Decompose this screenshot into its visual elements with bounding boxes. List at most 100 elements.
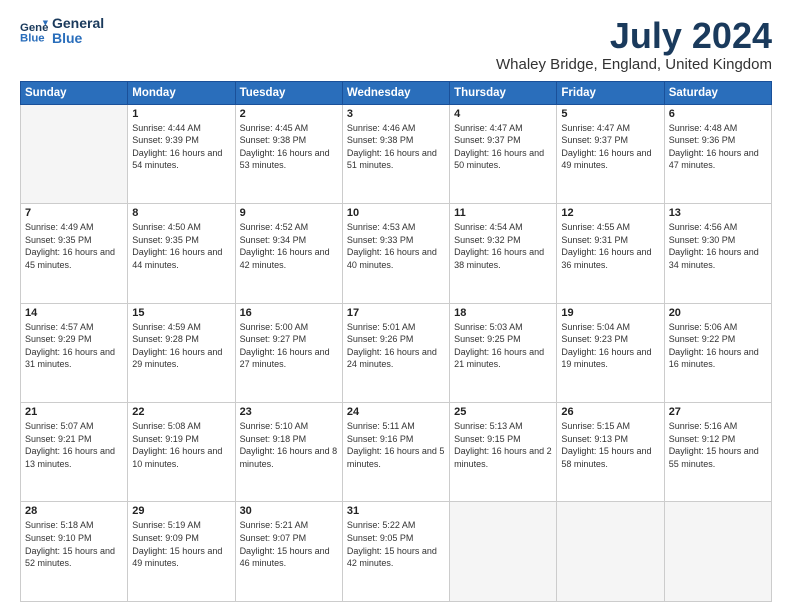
day-info: Sunrise: 4:59 AMSunset: 9:28 PMDaylight:… — [132, 321, 230, 371]
day-info: Sunrise: 5:21 AMSunset: 9:07 PMDaylight:… — [240, 519, 338, 569]
logo-text-line1: General — [52, 16, 104, 31]
calendar-cell: 12Sunrise: 4:55 AMSunset: 9:31 PMDayligh… — [557, 204, 664, 303]
calendar-cell: 4Sunrise: 4:47 AMSunset: 9:37 PMDaylight… — [450, 104, 557, 203]
day-info: Sunrise: 4:53 AMSunset: 9:33 PMDaylight:… — [347, 221, 445, 271]
day-number: 30 — [240, 505, 338, 517]
calendar-cell: 14 Sunrise: 4:57 AMSunset: 9:29 PMDayligh… — [21, 303, 128, 402]
day-info: Sunrise: 5:16 AMSunset: 9:12 PMDaylight:… — [669, 420, 767, 470]
day-info: Sunrise: 5:06 AMSunset: 9:22 PMDaylight:… — [669, 321, 767, 371]
day-number: 7 — [25, 207, 123, 219]
day-number: 17 — [347, 307, 445, 319]
calendar-week-2: 7 Sunrise: 4:49 AMSunset: 9:35 PMDaylight… — [21, 204, 772, 303]
day-number: 5 — [561, 108, 659, 120]
calendar-cell: 8 Sunrise: 4:50 AMSunset: 9:35 PMDaylight… — [128, 204, 235, 303]
day-info: Sunrise: 5:04 AMSunset: 9:23 PMDaylight:… — [561, 321, 659, 371]
day-number: 22 — [132, 406, 230, 418]
day-number: 16 — [240, 307, 338, 319]
day-info: Sunrise: 4:55 AMSunset: 9:31 PMDaylight:… — [561, 221, 659, 271]
day-number: 11 — [454, 207, 552, 219]
day-info: Sunrise: 4:44 AMSunset: 9:39 PMDaylight:… — [132, 122, 230, 172]
calendar-cell: 28 Sunrise: 5:18 AMSunset: 9:10 PMDayligh… — [21, 502, 128, 602]
day-info: Sunrise: 5:00 AMSunset: 9:27 PMDaylight:… — [240, 321, 338, 371]
calendar-page: General Blue General Blue July 2024 Whal… — [0, 0, 792, 612]
calendar-header-tuesday: Tuesday — [235, 81, 342, 104]
day-info: Sunrise: 5:13 AMSunset: 9:15 PMDaylight:… — [454, 420, 552, 470]
calendar-cell: 10 Sunrise: 4:53 AMSunset: 9:33 PMDayligh… — [342, 204, 449, 303]
day-info: Sunrise: 5:08 AMSunset: 9:19 PMDaylight:… — [132, 420, 230, 470]
calendar-cell: 29 Sunrise: 5:19 AMSunset: 9:09 PMDayligh… — [128, 502, 235, 602]
calendar-header-thursday: Thursday — [450, 81, 557, 104]
calendar-cell: 9 Sunrise: 4:52 AMSunset: 9:34 PMDaylight… — [235, 204, 342, 303]
day-number: 26 — [561, 406, 659, 418]
calendar-cell: 20 Sunrise: 5:06 AMSunset: 9:22 PMDayligh… — [664, 303, 771, 402]
calendar-header-wednesday: Wednesday — [342, 81, 449, 104]
calendar-cell: 3Sunrise: 4:46 AMSunset: 9:38 PMDaylight… — [342, 104, 449, 203]
calendar-cell: 31 Sunrise: 5:22 AMSunset: 9:05 PMDayligh… — [342, 502, 449, 602]
calendar-header-saturday: Saturday — [664, 81, 771, 104]
calendar-header-row: SundayMondayTuesdayWednesdayThursdayFrid… — [21, 81, 772, 104]
day-number: 8 — [132, 207, 230, 219]
day-info: Sunrise: 5:22 AMSunset: 9:05 PMDaylight:… — [347, 519, 445, 569]
day-info: Sunrise: 4:45 AMSunset: 9:38 PMDaylight:… — [240, 122, 338, 172]
calendar-cell: 5Sunrise: 4:47 AMSunset: 9:37 PMDaylight… — [557, 104, 664, 203]
day-info: Sunrise: 4:47 AMSunset: 9:37 PMDaylight:… — [454, 122, 552, 172]
calendar-cell: 2 Sunrise: 4:45 AMSunset: 9:38 PMDaylight… — [235, 104, 342, 203]
day-number: 29 — [132, 505, 230, 517]
calendar-cell: 23Sunrise: 5:10 AMSunset: 9:18 PMDayligh… — [235, 403, 342, 502]
calendar-cell: 16 Sunrise: 5:00 AMSunset: 9:27 PMDayligh… — [235, 303, 342, 402]
title-block: July 2024 Whaley Bridge, England, United… — [496, 16, 772, 73]
calendar-week-5: 28 Sunrise: 5:18 AMSunset: 9:10 PMDayligh… — [21, 502, 772, 602]
calendar-header-sunday: Sunday — [21, 81, 128, 104]
day-info: Sunrise: 4:48 AMSunset: 9:36 PMDaylight:… — [669, 122, 767, 172]
header: General Blue General Blue July 2024 Whal… — [20, 16, 772, 73]
calendar-cell: 13Sunrise: 4:56 AMSunset: 9:30 PMDayligh… — [664, 204, 771, 303]
day-info: Sunrise: 5:19 AMSunset: 9:09 PMDaylight:… — [132, 519, 230, 569]
day-number: 20 — [669, 307, 767, 319]
day-number: 24 — [347, 406, 445, 418]
calendar-week-4: 21 Sunrise: 5:07 AMSunset: 9:21 PMDayligh… — [21, 403, 772, 502]
day-number: 1 — [132, 108, 230, 120]
calendar-cell: 22 Sunrise: 5:08 AMSunset: 9:19 PMDayligh… — [128, 403, 235, 502]
day-number: 14 — [25, 307, 123, 319]
calendar-cell: 11Sunrise: 4:54 AMSunset: 9:32 PMDayligh… — [450, 204, 557, 303]
location: Whaley Bridge, England, United Kingdom — [496, 56, 772, 73]
logo-text-line2: Blue — [52, 31, 104, 46]
day-info: Sunrise: 4:57 AMSunset: 9:29 PMDaylight:… — [25, 321, 123, 371]
day-number: 28 — [25, 505, 123, 517]
day-number: 21 — [25, 406, 123, 418]
day-number: 13 — [669, 207, 767, 219]
calendar-cell: 18 Sunrise: 5:03 AMSunset: 9:25 PMDayligh… — [450, 303, 557, 402]
calendar-week-1: 1 Sunrise: 4:44 AMSunset: 9:39 PMDaylight… — [21, 104, 772, 203]
day-info: Sunrise: 4:52 AMSunset: 9:34 PMDaylight:… — [240, 221, 338, 271]
calendar-cell: 6Sunrise: 4:48 AMSunset: 9:36 PMDaylight… — [664, 104, 771, 203]
day-info: Sunrise: 5:10 AMSunset: 9:18 PMDaylight:… — [240, 420, 338, 470]
calendar-cell — [21, 104, 128, 203]
calendar-header-friday: Friday — [557, 81, 664, 104]
day-number: 27 — [669, 406, 767, 418]
day-info: Sunrise: 5:03 AMSunset: 9:25 PMDaylight:… — [454, 321, 552, 371]
calendar-cell: 17Sunrise: 5:01 AMSunset: 9:26 PMDayligh… — [342, 303, 449, 402]
day-number: 10 — [347, 207, 445, 219]
day-info: Sunrise: 5:11 AMSunset: 9:16 PMDaylight:… — [347, 420, 445, 470]
logo: General Blue General Blue — [20, 16, 104, 47]
day-info: Sunrise: 4:49 AMSunset: 9:35 PMDaylight:… — [25, 221, 123, 271]
day-number: 31 — [347, 505, 445, 517]
day-info: Sunrise: 5:07 AMSunset: 9:21 PMDaylight:… — [25, 420, 123, 470]
logo-icon: General Blue — [20, 17, 48, 45]
calendar-cell: 27 Sunrise: 5:16 AMSunset: 9:12 PMDayligh… — [664, 403, 771, 502]
day-info: Sunrise: 5:18 AMSunset: 9:10 PMDaylight:… — [25, 519, 123, 569]
day-number: 15 — [132, 307, 230, 319]
day-number: 2 — [240, 108, 338, 120]
calendar-cell — [450, 502, 557, 602]
day-number: 3 — [347, 108, 445, 120]
month-year: July 2024 — [496, 16, 772, 56]
calendar-cell: 21 Sunrise: 5:07 AMSunset: 9:21 PMDayligh… — [21, 403, 128, 502]
calendar-cell — [664, 502, 771, 602]
day-number: 19 — [561, 307, 659, 319]
day-number: 9 — [240, 207, 338, 219]
day-info: Sunrise: 4:50 AMSunset: 9:35 PMDaylight:… — [132, 221, 230, 271]
calendar-cell: 15 Sunrise: 4:59 AMSunset: 9:28 PMDayligh… — [128, 303, 235, 402]
calendar-week-3: 14 Sunrise: 4:57 AMSunset: 9:29 PMDayligh… — [21, 303, 772, 402]
day-number: 18 — [454, 307, 552, 319]
calendar-cell: 1 Sunrise: 4:44 AMSunset: 9:39 PMDaylight… — [128, 104, 235, 203]
